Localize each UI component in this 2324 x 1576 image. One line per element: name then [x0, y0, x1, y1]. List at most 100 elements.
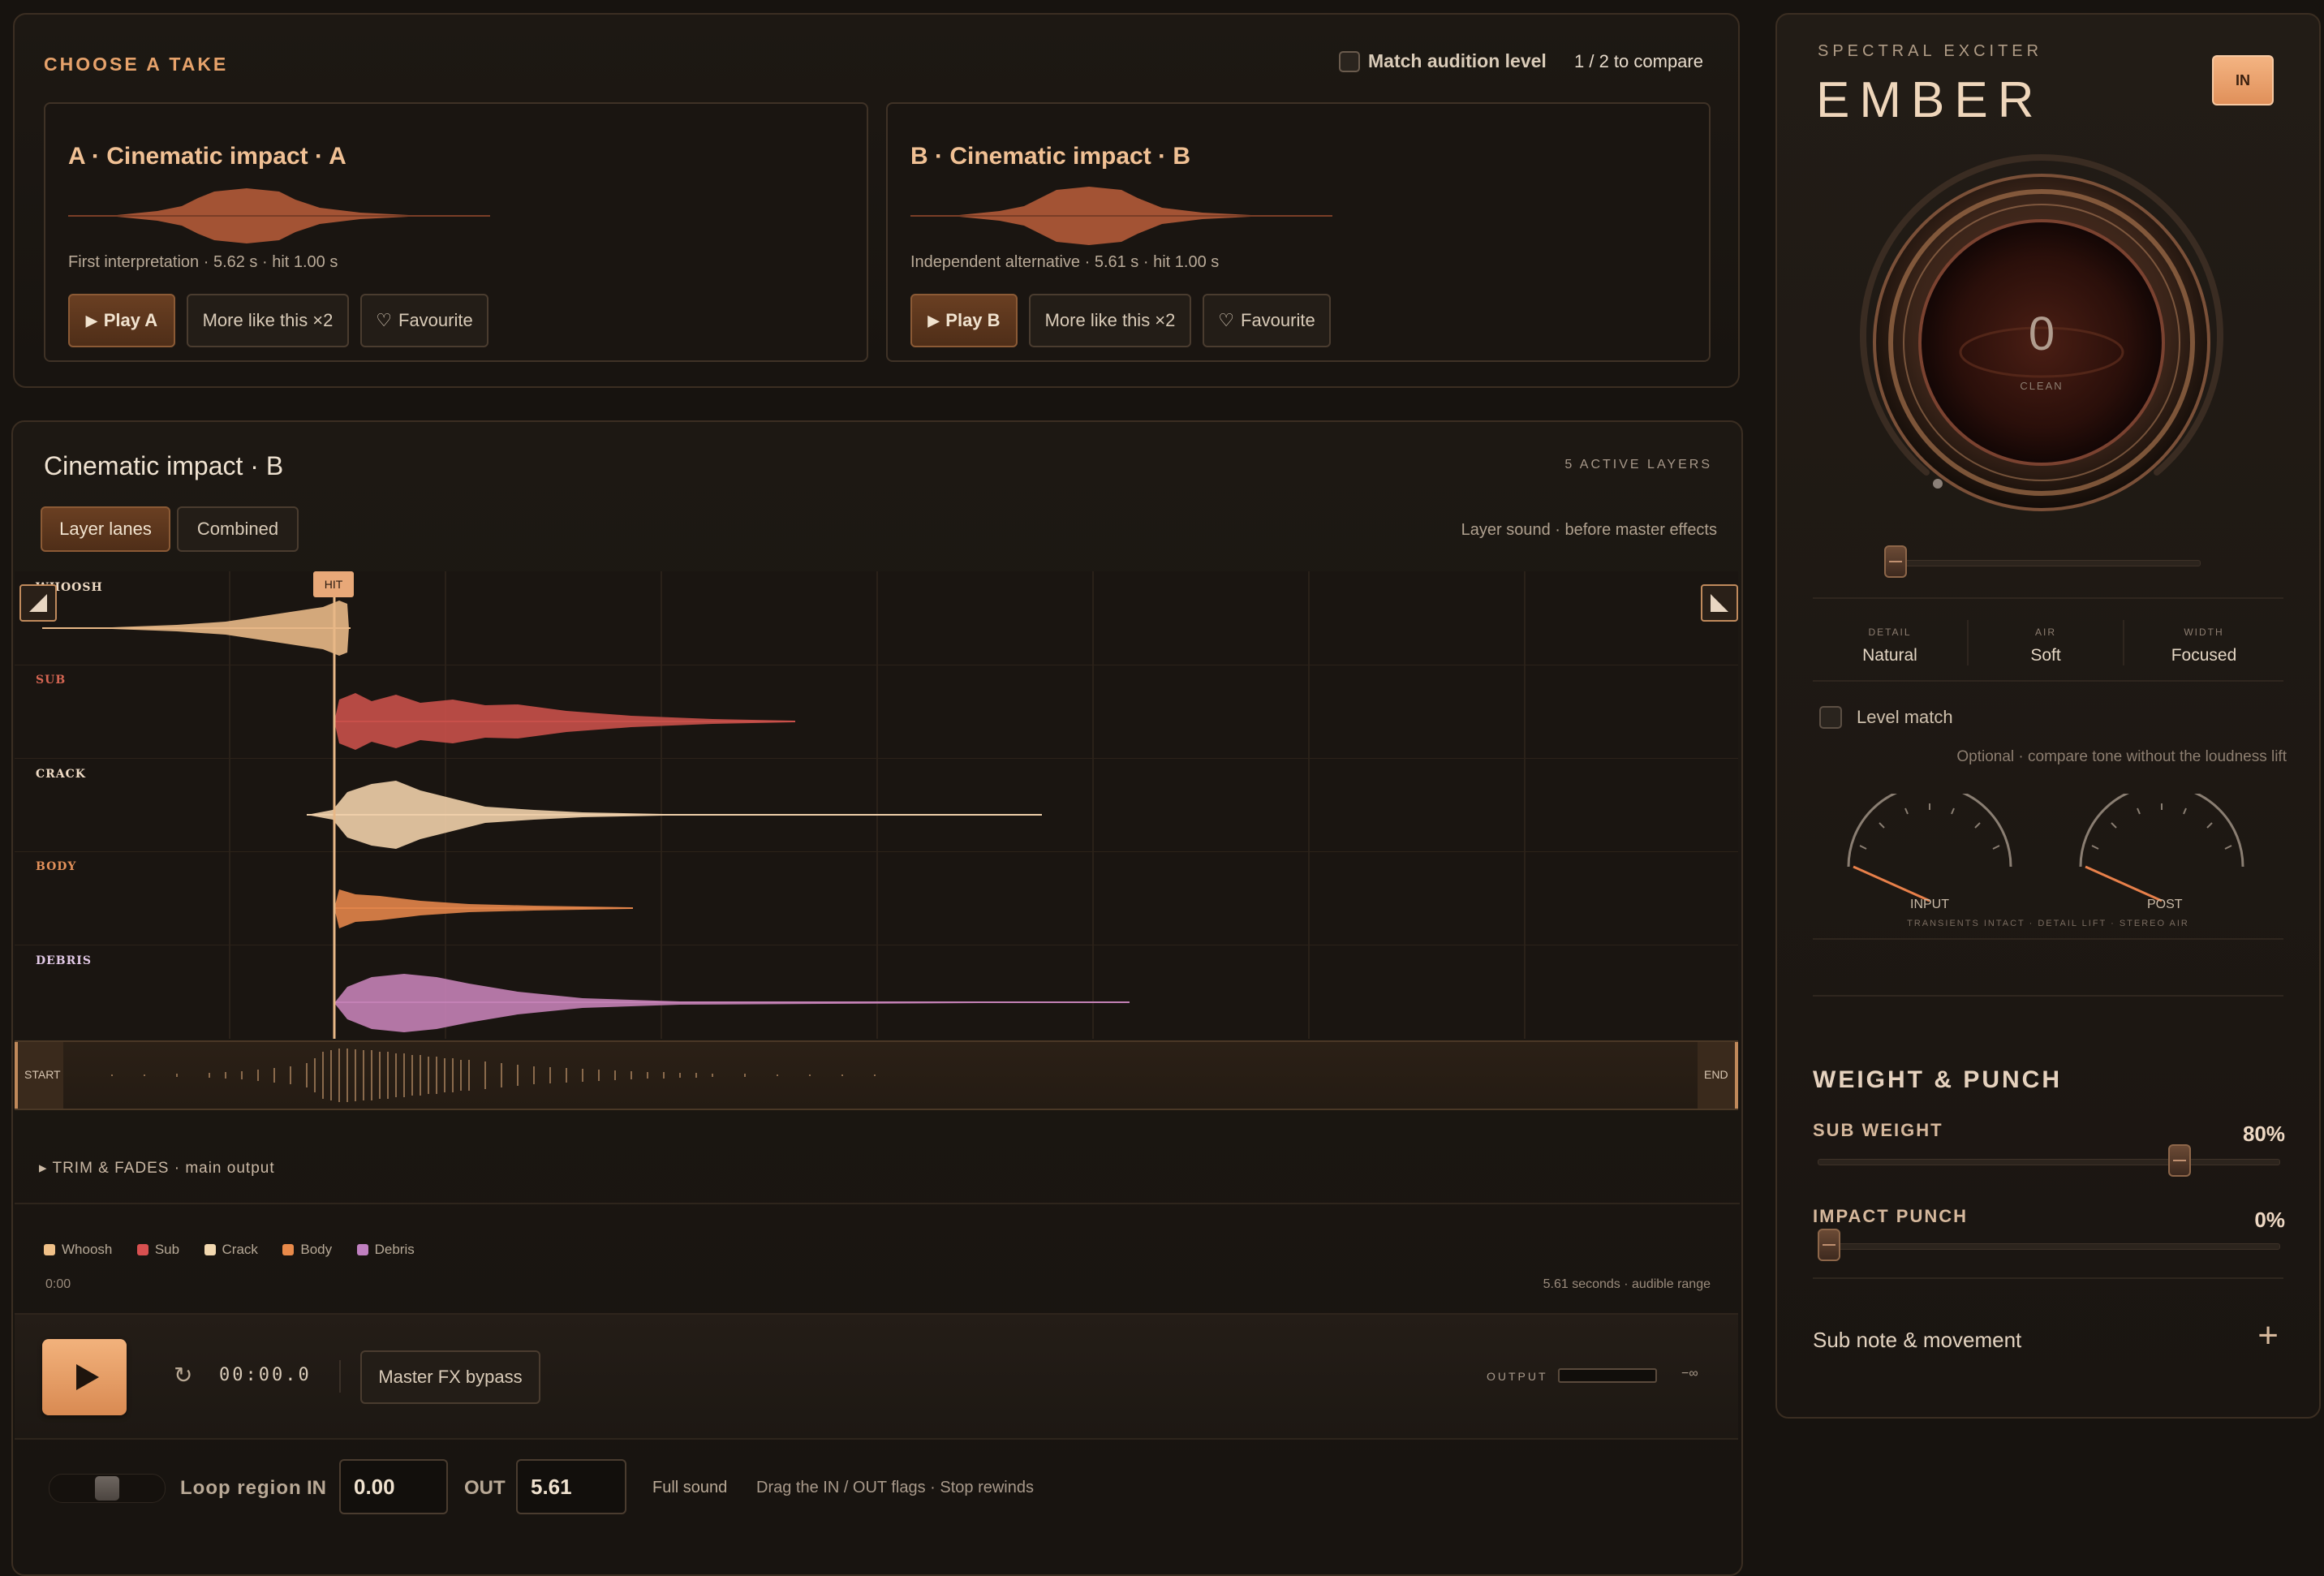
play-a-button[interactable]: ▶ Play A — [68, 294, 175, 347]
ember-exciter-panel: SPECTRAL EXCITER EMBER IN 0 CLEAN DETAIL… — [1775, 13, 2321, 1419]
impact-punch-thumb[interactable] — [1818, 1229, 1840, 1261]
exciter-in-button[interactable]: IN — [2212, 55, 2274, 105]
favourite-a-button[interactable]: ♡ Favourite — [360, 294, 488, 347]
air-value: Soft — [2030, 646, 2061, 665]
favourite-b-button[interactable]: ♡ Favourite — [1203, 294, 1331, 347]
play-b-label: Play B — [945, 310, 1001, 330]
take-chooser-panel: CHOOSE A TAKE Match audition level 1 / 2… — [13, 13, 1740, 388]
play-icon — [76, 1364, 99, 1390]
heart-icon: ♡ — [376, 310, 392, 330]
layer-lanes: WHOOSH SUB CRACK BODY DEBRIS HIT — [15, 571, 1738, 1039]
body-waveform — [334, 889, 633, 928]
tab-combined[interactable]: Combined — [177, 506, 299, 552]
exciter-param-width[interactable]: WIDTH Focused — [2124, 610, 2283, 672]
overview-start-flag[interactable]: START — [15, 1042, 63, 1109]
master-fx-bypass-button[interactable]: Master FX bypass — [360, 1350, 540, 1404]
match-audition-label: Match audition level — [1368, 50, 1547, 71]
exciter-amount-track[interactable] — [1884, 560, 2201, 566]
exciter-param-detail[interactable]: DETAIL Natural — [1813, 610, 1967, 672]
tab-layer-lanes[interactable]: Layer lanes — [41, 506, 170, 552]
layer-legend: Whoosh Sub Crack Body Debris — [44, 1242, 436, 1258]
level-match-checkbox[interactable] — [1819, 706, 1842, 729]
overview-strip[interactable]: START END — [15, 1040, 1738, 1110]
hit-flag[interactable]: HIT — [313, 571, 354, 597]
sub-note-movement-toggle[interactable]: Sub note & movement + — [1813, 1313, 2283, 1370]
duration-label: 5.61 seconds · audible range — [1543, 1277, 1711, 1291]
more-like-a-button[interactable]: More like this ×2 — [187, 294, 349, 347]
legend-crack[interactable]: Crack — [204, 1242, 258, 1258]
overview-end-flag[interactable]: END — [1698, 1042, 1738, 1109]
loop-region-label: Loop region — [180, 1477, 302, 1499]
impact-punch-label: IMPACT PUNCH — [1813, 1206, 1969, 1226]
loop-in-label: IN — [307, 1477, 326, 1499]
full-sound-button[interactable]: Full sound — [652, 1479, 727, 1497]
legend-body[interactable]: Body — [282, 1242, 332, 1258]
weight-punch-heading: WEIGHT & PUNCH — [1813, 1066, 2062, 1093]
loop-icon[interactable]: ↻ — [174, 1362, 192, 1389]
play-a-label: Play A — [103, 310, 158, 330]
legend-whoosh-swatch — [44, 1244, 55, 1255]
sub-weight-track[interactable] — [1818, 1159, 2280, 1165]
match-audition-checkbox[interactable] — [1339, 50, 1360, 72]
legend-body-swatch — [282, 1244, 295, 1255]
post-meter — [2079, 794, 2244, 902]
loop-out-input[interactable]: 5.61 — [516, 1459, 626, 1514]
legend-whoosh[interactable]: Whoosh — [44, 1242, 112, 1258]
loop-toggle-knob — [95, 1476, 119, 1501]
take-a-meta: First interpretation · 5.62 s · hit 1.00… — [68, 253, 338, 271]
legend-sub[interactable]: Sub — [136, 1242, 180, 1258]
loop-help-text: Drag the IN / OUT flags · Stop rewinds — [756, 1479, 1034, 1496]
level-match-note: Optional · compare tone without the loud… — [1956, 748, 2287, 765]
post-meter-label: POST — [2147, 898, 2183, 911]
exciter-param-air[interactable]: AIR Soft — [1969, 610, 2123, 672]
input-meter-label: INPUT — [1910, 898, 1949, 911]
exciter-amount-thumb[interactable] — [1884, 545, 1907, 578]
trim-divider — [15, 1203, 1740, 1204]
fade-out-handle[interactable] — [1701, 584, 1738, 622]
loop-toggle[interactable] — [49, 1474, 166, 1503]
legend-crack-label: Crack — [222, 1242, 258, 1257]
knob-value: 0 — [2028, 308, 2055, 360]
overview-start-label: START — [24, 1068, 61, 1081]
impact-punch-track[interactable] — [1818, 1243, 2280, 1250]
input-meter — [1847, 794, 2012, 902]
sub-waveform — [334, 693, 795, 750]
fade-out-icon — [1711, 594, 1728, 612]
exciter-amount-knob[interactable]: 0 CLEAN — [1847, 148, 2236, 537]
legend-body-label: Body — [300, 1242, 333, 1257]
crack-waveform — [307, 781, 1042, 849]
level-match-toggle[interactable]: Level match — [1819, 706, 1953, 729]
time-start-label: 0:00 — [45, 1277, 71, 1291]
match-audition-toggle[interactable]: Match audition level — [1339, 50, 1547, 72]
more-like-b-button[interactable]: More like this ×2 — [1029, 294, 1191, 347]
take-card-a[interactable]: A · Cinematic impact · A First interpret… — [44, 102, 868, 362]
exciter-divider-5 — [1813, 1277, 2283, 1279]
overview-waveform — [111, 1049, 876, 1102]
lane-waveforms — [42, 571, 1130, 1039]
output-value: −∞ — [1681, 1367, 1698, 1380]
loop-in-input[interactable]: 0.00 — [339, 1459, 448, 1514]
trim-fades-toggle[interactable]: ▸ TRIM & FADES · main output — [39, 1159, 275, 1178]
impact-punch-value: 0% — [2254, 1208, 2285, 1232]
main-play-button[interactable] — [42, 1339, 127, 1415]
play-b-button[interactable]: ▶ Play B — [910, 294, 1018, 347]
favourite-a-label: Favourite — [398, 310, 473, 330]
sub-weight-value: 80% — [2242, 1122, 2285, 1146]
active-layers-count: 5 ACTIVE LAYERS — [1564, 458, 1712, 472]
take-a-waveform — [68, 188, 490, 243]
favourite-b-label: Favourite — [1241, 310, 1315, 330]
meter-caption: TRANSIENTS INTACT · DETAIL LIFT · STEREO… — [1907, 919, 2189, 928]
legend-debris[interactable]: Debris — [356, 1242, 415, 1258]
overview-end-label: END — [1704, 1068, 1728, 1081]
fade-in-handle[interactable] — [19, 584, 57, 622]
output-meter — [1558, 1368, 1657, 1383]
detail-label: DETAIL — [1868, 627, 1912, 638]
transport-time: 00:00.0 — [219, 1365, 312, 1385]
sub-weight-label: SUB WEIGHT — [1813, 1120, 1943, 1140]
editor-hint: Layer sound · before master effects — [1461, 521, 1717, 539]
legend-sub-label: Sub — [154, 1242, 180, 1257]
sub-weight-thumb[interactable] — [2168, 1144, 2191, 1177]
take-card-b[interactable]: B · Cinematic impact · B Independent alt… — [886, 102, 1711, 362]
legend-sub-swatch — [136, 1244, 148, 1255]
transport-divider — [339, 1360, 341, 1393]
